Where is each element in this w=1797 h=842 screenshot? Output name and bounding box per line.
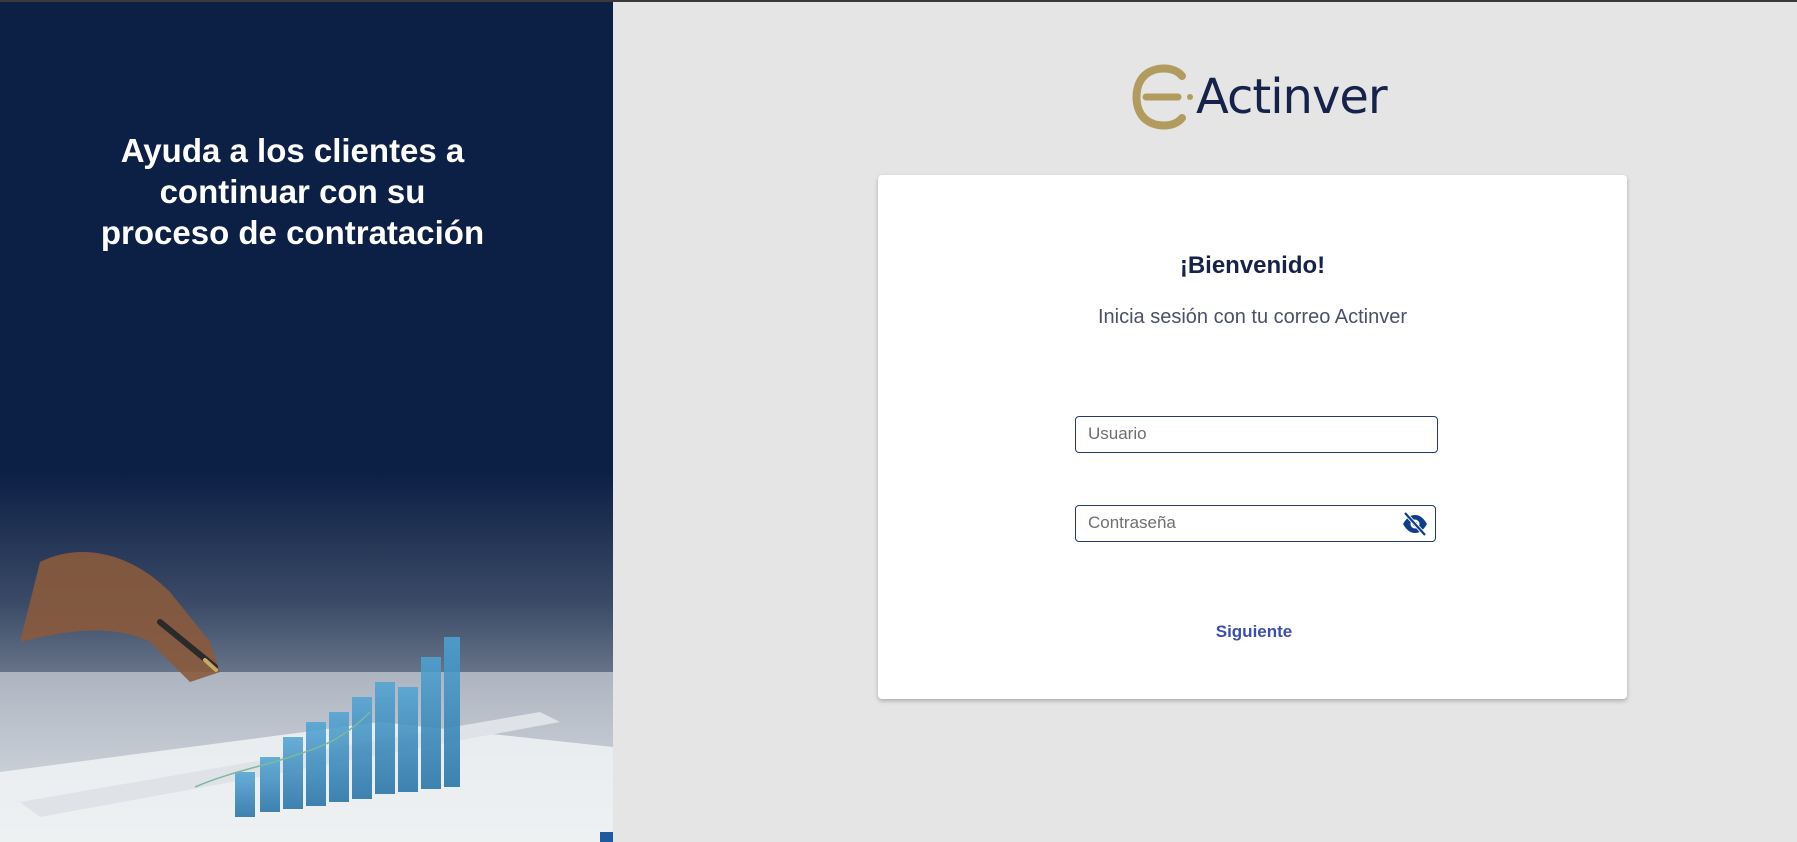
login-subtitle: Inicia sesión con tu correo Actinver (1097, 306, 1408, 328)
eye-off-icon[interactable] (1401, 511, 1429, 537)
welcome-heading: ¡Bienvenido! (1179, 252, 1326, 279)
password-field[interactable] (1075, 505, 1436, 542)
promo-title-line: Ayuda a los clientes a (120, 132, 465, 169)
promo-title-line: continuar con su (159, 173, 426, 210)
next-button[interactable]: Siguiente (1198, 616, 1310, 648)
hero-image (0, 472, 613, 842)
username-input[interactable] (1076, 417, 1400, 450)
actinver-e-mark-icon (1132, 64, 1193, 130)
password-input[interactable] (1076, 506, 1400, 539)
logo-wordmark: Actinver (1196, 69, 1388, 125)
login-card: ¡Bienvenido! Inicia sesión con tu correo… (878, 175, 1627, 699)
promo-title: Ayuda a los clientes a continuar con su … (60, 130, 525, 253)
promo-title-line: proceso de contratación (100, 214, 485, 251)
promo-panel: Ayuda a los clientes a continuar con su … (0, 2, 613, 842)
username-field[interactable] (1075, 416, 1438, 453)
